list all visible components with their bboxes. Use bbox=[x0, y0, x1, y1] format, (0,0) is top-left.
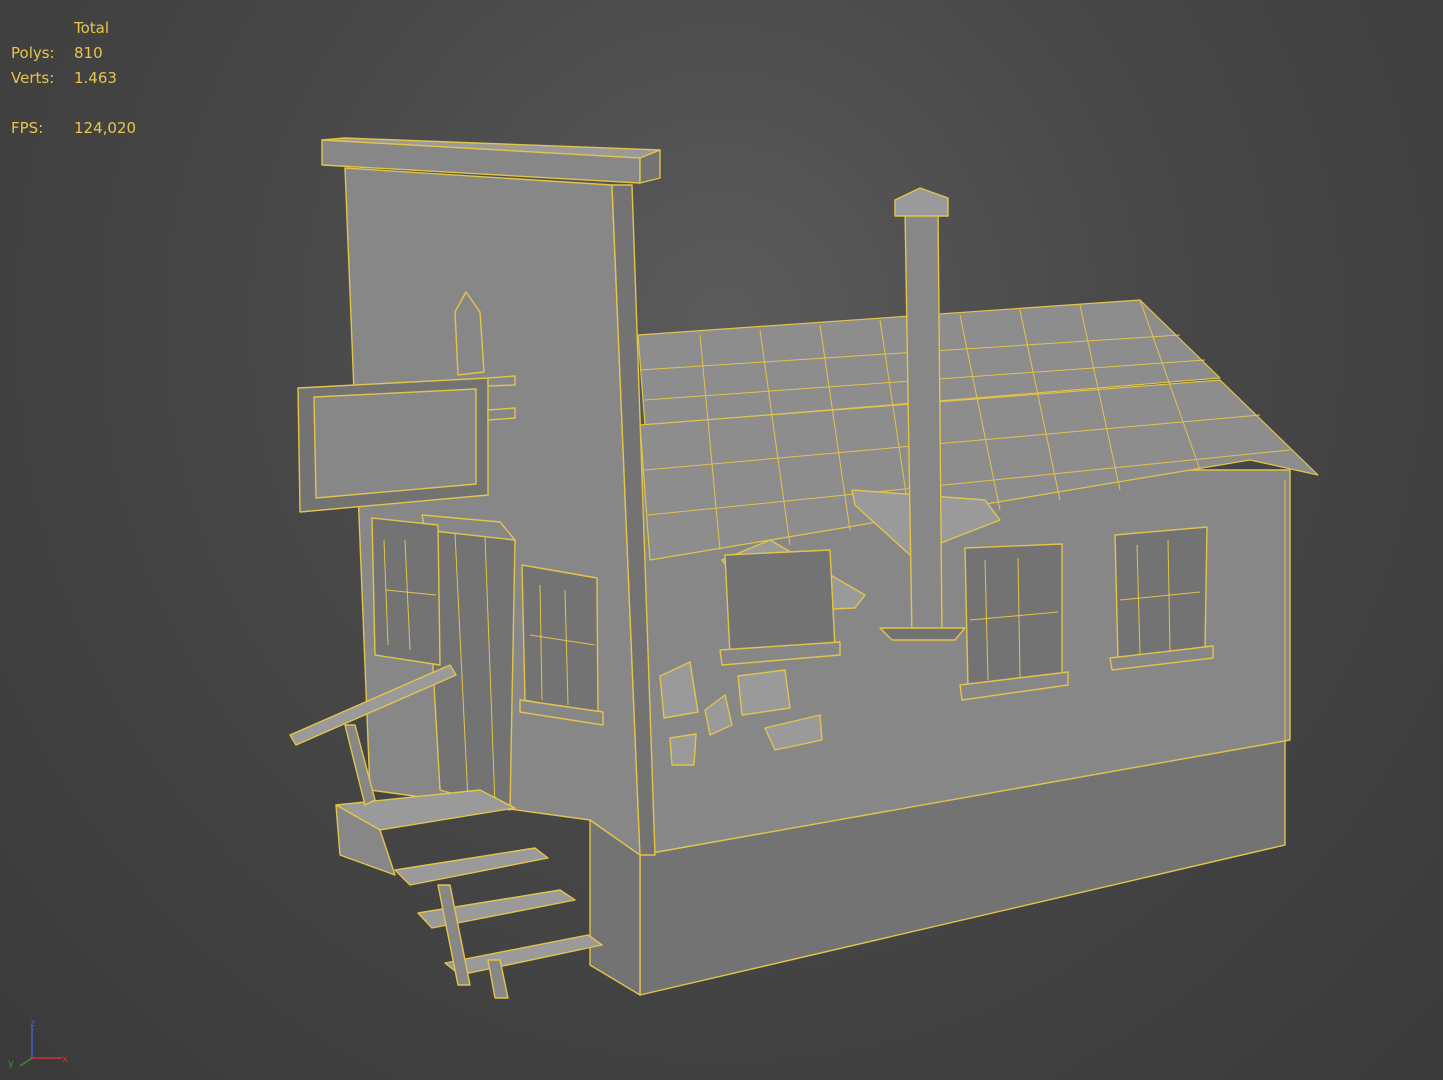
sign-bracket-top bbox=[487, 375, 516, 387]
shard-2 bbox=[737, 669, 791, 716]
shack-wireframe-model[interactable] bbox=[0, 0, 1443, 1080]
chimney-base bbox=[879, 627, 966, 641]
z-axis-label: z bbox=[30, 1018, 35, 1029]
y-axis-label: y bbox=[8, 1058, 14, 1069]
shard-4 bbox=[669, 733, 697, 766]
axis-gizmo: z x y bbox=[8, 1018, 68, 1069]
fps-value: 124,020 bbox=[74, 119, 137, 137]
step-1 bbox=[394, 847, 549, 886]
side-window-3 bbox=[1114, 526, 1208, 661]
y-axis-line bbox=[19, 1057, 33, 1067]
stats-header: Total bbox=[74, 19, 110, 37]
sign-bracket-bottom bbox=[487, 407, 516, 421]
sign-board-face bbox=[313, 388, 477, 499]
polys-label: Polys: bbox=[11, 44, 55, 62]
chimney-pipe bbox=[904, 209, 943, 639]
fps-label: FPS: bbox=[11, 119, 44, 137]
viewport-statistics: Total Polys: 810 Verts: 1.463 FPS: 124,0… bbox=[11, 16, 136, 141]
verts-value: 1.463 bbox=[74, 69, 117, 87]
viewport-3d[interactable]: Total Polys: 810 Verts: 1.463 FPS: 124,0… bbox=[0, 0, 1443, 1080]
step-3 bbox=[444, 934, 603, 976]
polys-value: 810 bbox=[74, 44, 103, 62]
chimney-cap bbox=[894, 187, 949, 217]
side-window-1 bbox=[724, 549, 836, 656]
verts-label: Verts: bbox=[11, 69, 55, 87]
x-axis-label: x bbox=[62, 1054, 68, 1065]
